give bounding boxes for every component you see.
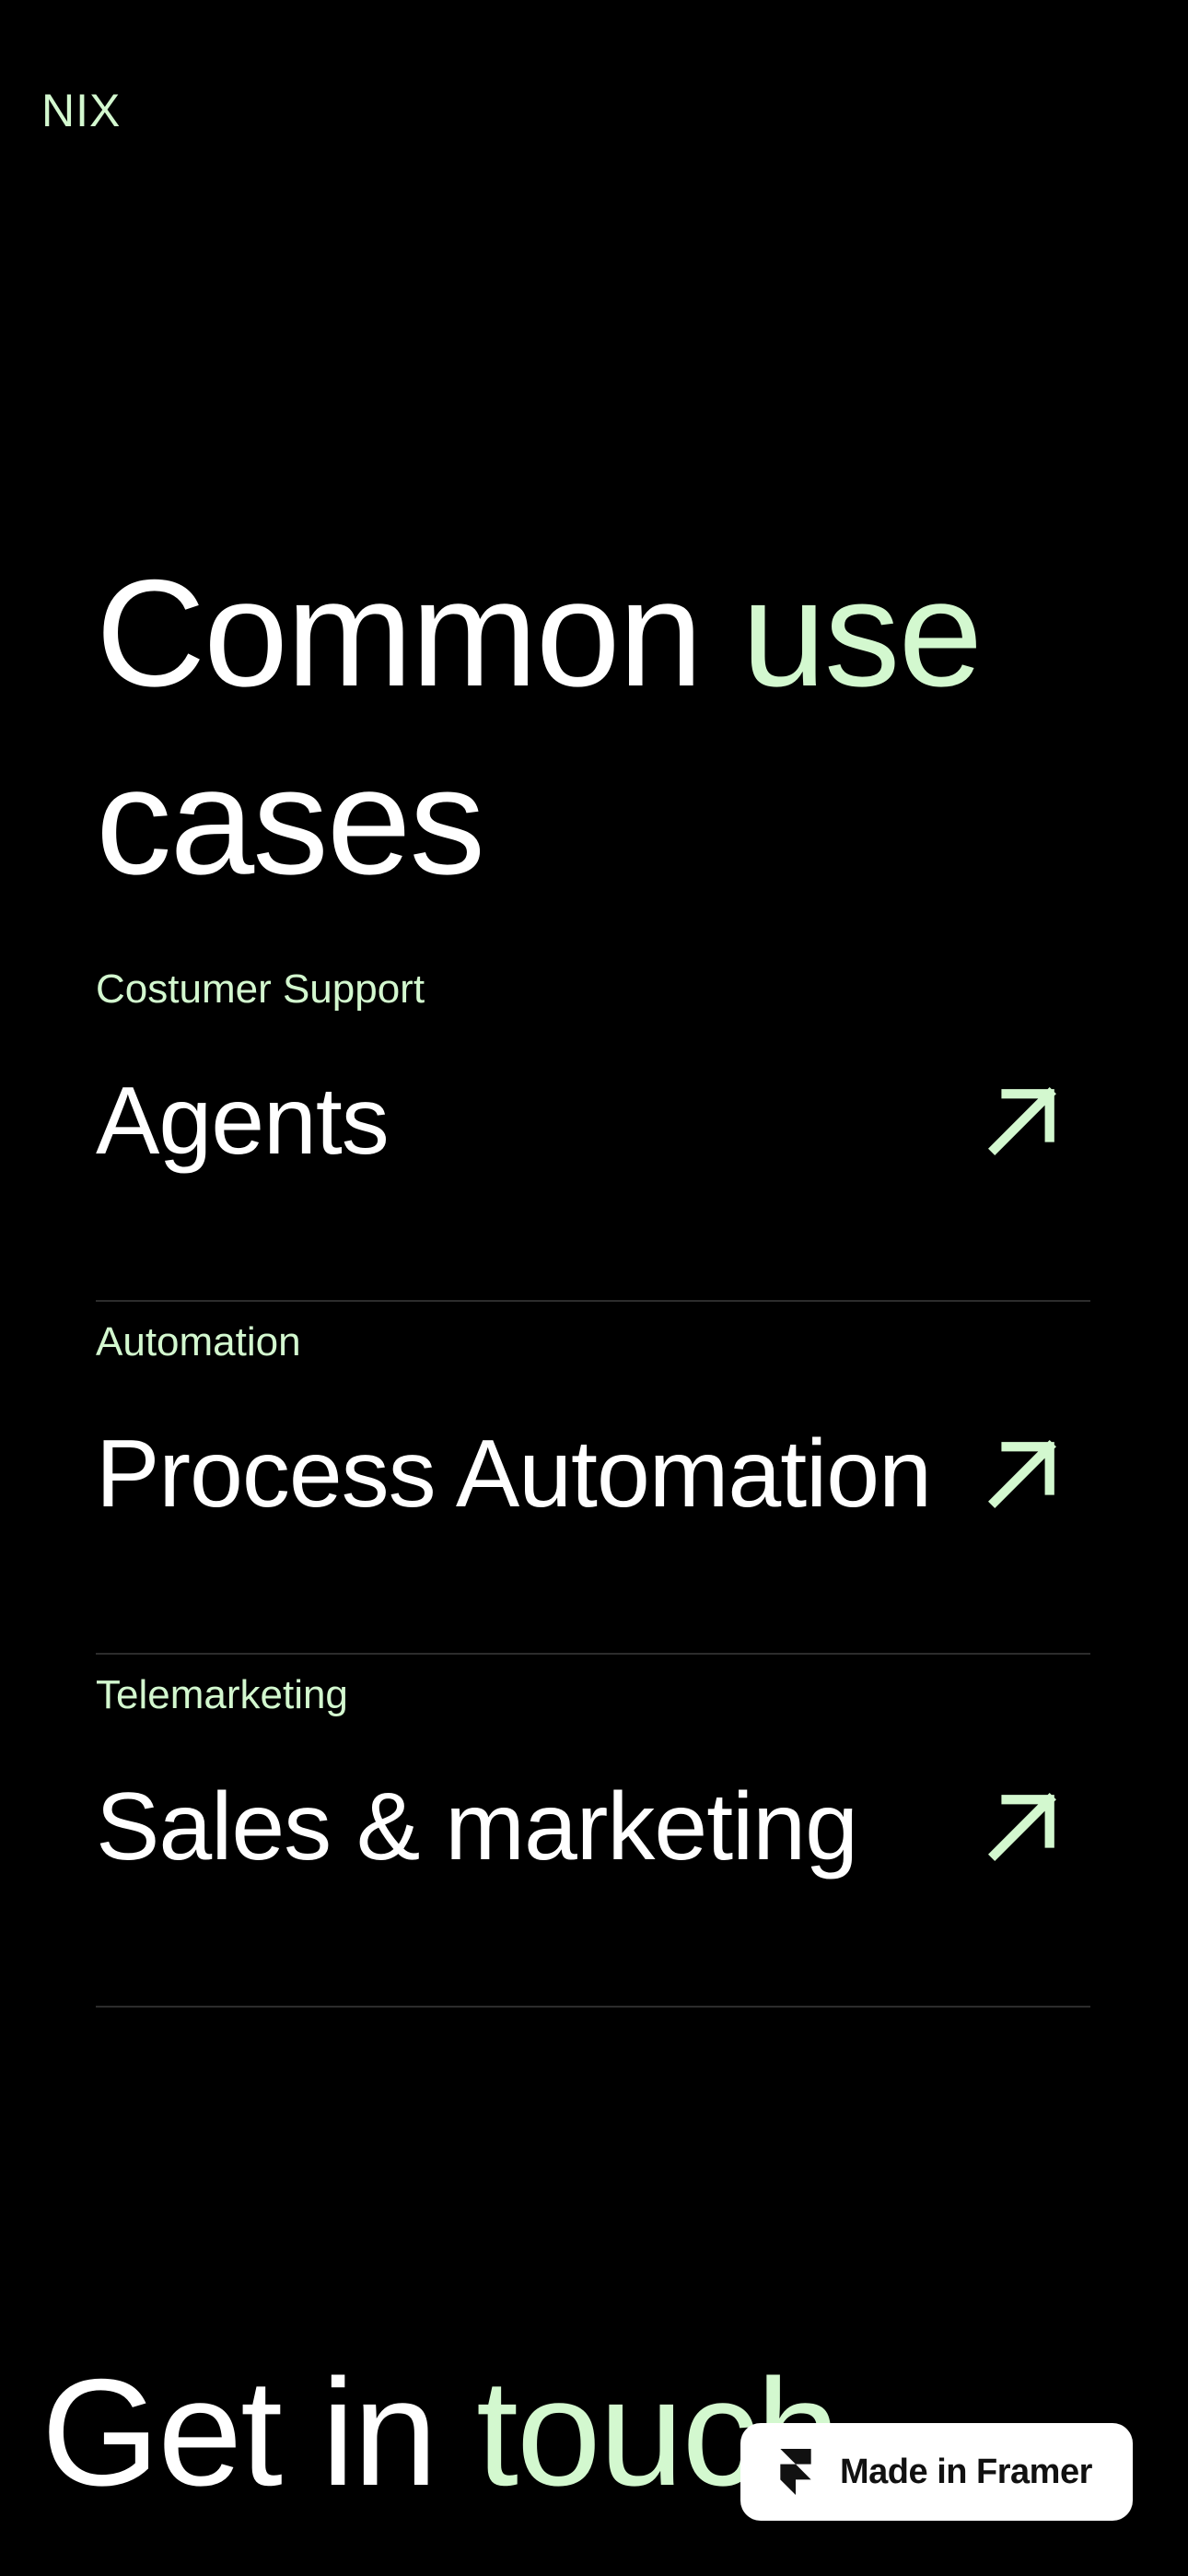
framer-logo-icon	[780, 2449, 811, 2495]
case-category: Automation	[96, 1319, 301, 1364]
title-part-2: cases	[96, 736, 485, 906]
case-category: Telemarketing	[96, 1672, 348, 1717]
footer-part-1: Get in	[41, 2348, 477, 2517]
case-title: Agents	[96, 1068, 390, 1175]
case-category: Costumer Support	[96, 966, 425, 1012]
case-title: Process Automation	[96, 1421, 932, 1528]
arrow-up-right-icon	[988, 1087, 1056, 1155]
get-in-touch-heading: Get in touch	[41, 2340, 841, 2524]
arrow-up-right-icon	[988, 1793, 1056, 1861]
case-item-sales-marketing[interactable]: Telemarketing Sales & marketing	[96, 1655, 1090, 2008]
title-part-1: Common	[96, 548, 742, 718]
arrow-up-right-icon	[988, 1440, 1056, 1508]
logo[interactable]: NIX	[41, 85, 121, 136]
badge-label: Made in Framer	[840, 2452, 1092, 2491]
made-in-framer-badge[interactable]: Made in Framer	[740, 2423, 1133, 2521]
page-title: Common use cases	[96, 539, 1109, 915]
title-accent: use	[741, 548, 983, 718]
case-item-process-automation[interactable]: Automation Process Automation	[96, 1302, 1090, 1655]
use-cases-list: Costumer Support Agents Automation Proce…	[96, 949, 1090, 2008]
case-item-agents[interactable]: Costumer Support Agents	[96, 949, 1090, 1302]
case-title: Sales & marketing	[96, 1774, 858, 1880]
